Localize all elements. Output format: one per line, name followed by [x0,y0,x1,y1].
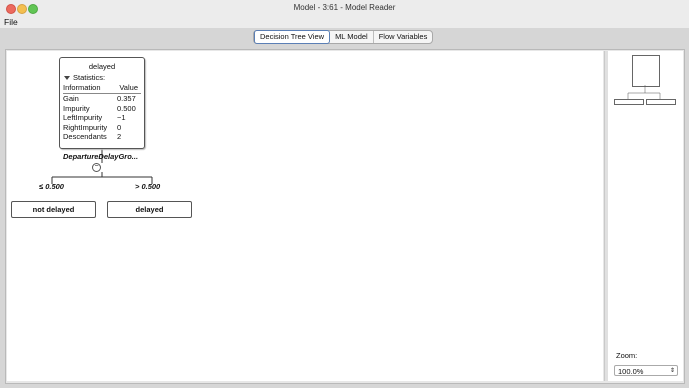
stat-key: RightImpurity [63,122,108,132]
collapse-icon[interactable]: − [92,163,101,172]
mini-edges [627,85,661,99]
leaf-node-not-delayed[interactable]: not delayed [11,201,96,218]
overview-thumbnail[interactable] [612,55,678,115]
root-node[interactable]: delayed Statistics: Information Value Ga… [59,57,145,149]
overview-panel: Zoom: 100.0% ⇕ [608,51,683,381]
tab-bar: Decision Tree View ML Model Flow Variabl… [0,28,689,44]
maximize-window-icon[interactable] [28,4,38,14]
minimize-window-icon[interactable] [17,4,27,14]
stat-key: Descendants [63,132,107,141]
stat-row-descendants: Descendants 2 [63,132,141,142]
branch-condition-right: > 0.500 [135,182,161,191]
stat-row-rightimpurity: RightImpurity 0 [63,123,141,133]
zoom-select[interactable]: 100.0% ⇕ [614,365,678,376]
statistics-table: Information Value Gain 0.357 Impurity 0.50… [63,82,141,142]
content-panel: delayed Statistics: Information Value Ga… [5,49,685,384]
tab-decision-tree-view[interactable]: Decision Tree View [254,30,331,44]
column-value: Value [119,83,138,92]
stat-row-gain: Gain 0.357 [63,94,141,104]
window-titlebar: Model - 3:61 - Model Reader [0,0,689,17]
stat-row-leftimpurity: LeftImpurity −1 [63,113,141,123]
stat-key: LeftImpurity [63,113,103,122]
statistics-label: Statistics: [73,73,106,82]
tab-ml-model[interactable]: ML Model [330,31,374,43]
close-window-icon[interactable] [6,4,16,14]
zoom-label: Zoom: [616,351,638,360]
statistics-toggle[interactable]: Statistics: [64,73,105,82]
menu-file[interactable]: File [4,16,18,28]
leaf-node-delayed[interactable]: delayed [107,201,192,218]
stat-row-impurity: Impurity 0.500 [63,104,141,114]
tab-group: Decision Tree View ML Model Flow Variabl… [253,30,434,44]
triangle-down-icon [64,76,70,81]
split-attribute-label: DepartureDelayGro... [63,152,139,161]
node-title: delayed [88,62,116,71]
tree-canvas[interactable]: delayed Statistics: Information Value Ga… [7,51,603,381]
window-title: Model - 3:61 - Model Reader [293,3,396,12]
branch-condition-left: ≤ 0.500 [39,182,64,191]
stat-value: −1 [117,113,126,122]
updown-chevron-icon: ⇕ [669,368,675,374]
stat-value: 2 [117,132,122,141]
tab-flow-variables[interactable]: Flow Variables [374,31,433,43]
stat-key: Gain [63,94,79,103]
zoom-value: 100.0% [618,367,644,376]
stat-key: Impurity [63,103,90,113]
column-information: Information [63,83,101,92]
menubar: File [0,16,689,28]
statistics-header: Information Value [63,82,141,94]
stat-value: 0.500 [117,103,136,113]
stat-value: 0.357 [117,94,136,103]
stat-value: 0 [117,122,122,132]
